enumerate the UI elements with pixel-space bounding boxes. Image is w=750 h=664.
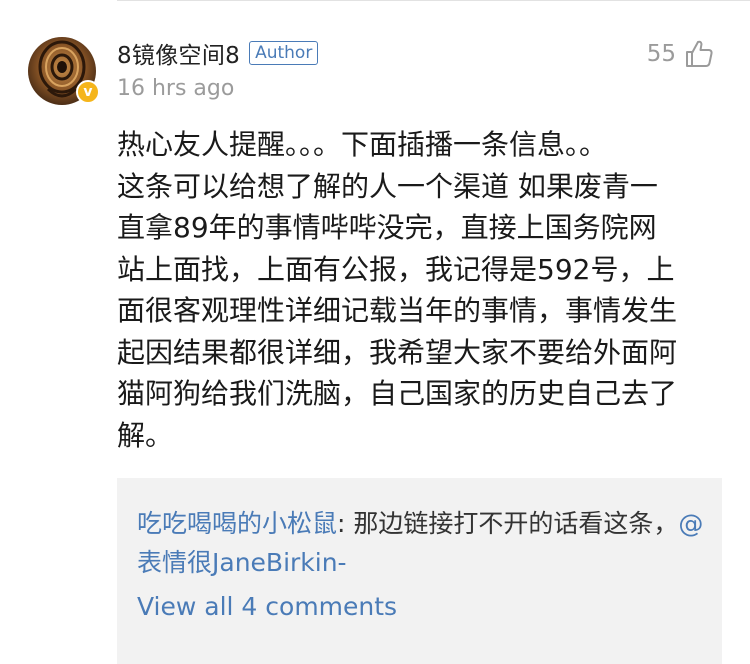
reply-text: 吃吃喝喝的小松鼠: 那边链接打不开的话看这条，@表情很JaneBirkin- [137, 504, 707, 582]
reply-panel[interactable]: 吃吃喝喝的小松鼠: 那边链接打不开的话看这条，@表情很JaneBirkin- V… [117, 478, 722, 664]
verified-badge-icon: v [76, 80, 100, 104]
author-tag: Author [249, 41, 319, 65]
author-row: 8镜像空间8 Author [117, 36, 319, 70]
reply-username[interactable]: 吃吃喝喝的小松鼠 [137, 509, 337, 538]
timestamp: 16 hrs ago [117, 76, 235, 101]
reply-content: 那边链接打不开的话看这条， [353, 509, 679, 538]
reply-separator: : [337, 509, 354, 538]
like-count: 55 [646, 41, 676, 67]
like-button[interactable]: 55 [647, 38, 714, 70]
thumbs-up-icon[interactable] [684, 39, 714, 69]
username[interactable]: 8镜像空间8 [117, 36, 240, 70]
comment-card: v 8镜像空间8 Author 16 hrs ago 55 热心友人提醒。。。下… [0, 0, 750, 664]
top-divider [117, 0, 750, 1]
comment-body: 热心友人提醒。。。下面插播一条信息。。 这条可以给想了解的人一个渠道 如果废青一… [117, 128, 678, 452]
view-all-comments-link[interactable]: View all 4 comments [137, 592, 397, 621]
